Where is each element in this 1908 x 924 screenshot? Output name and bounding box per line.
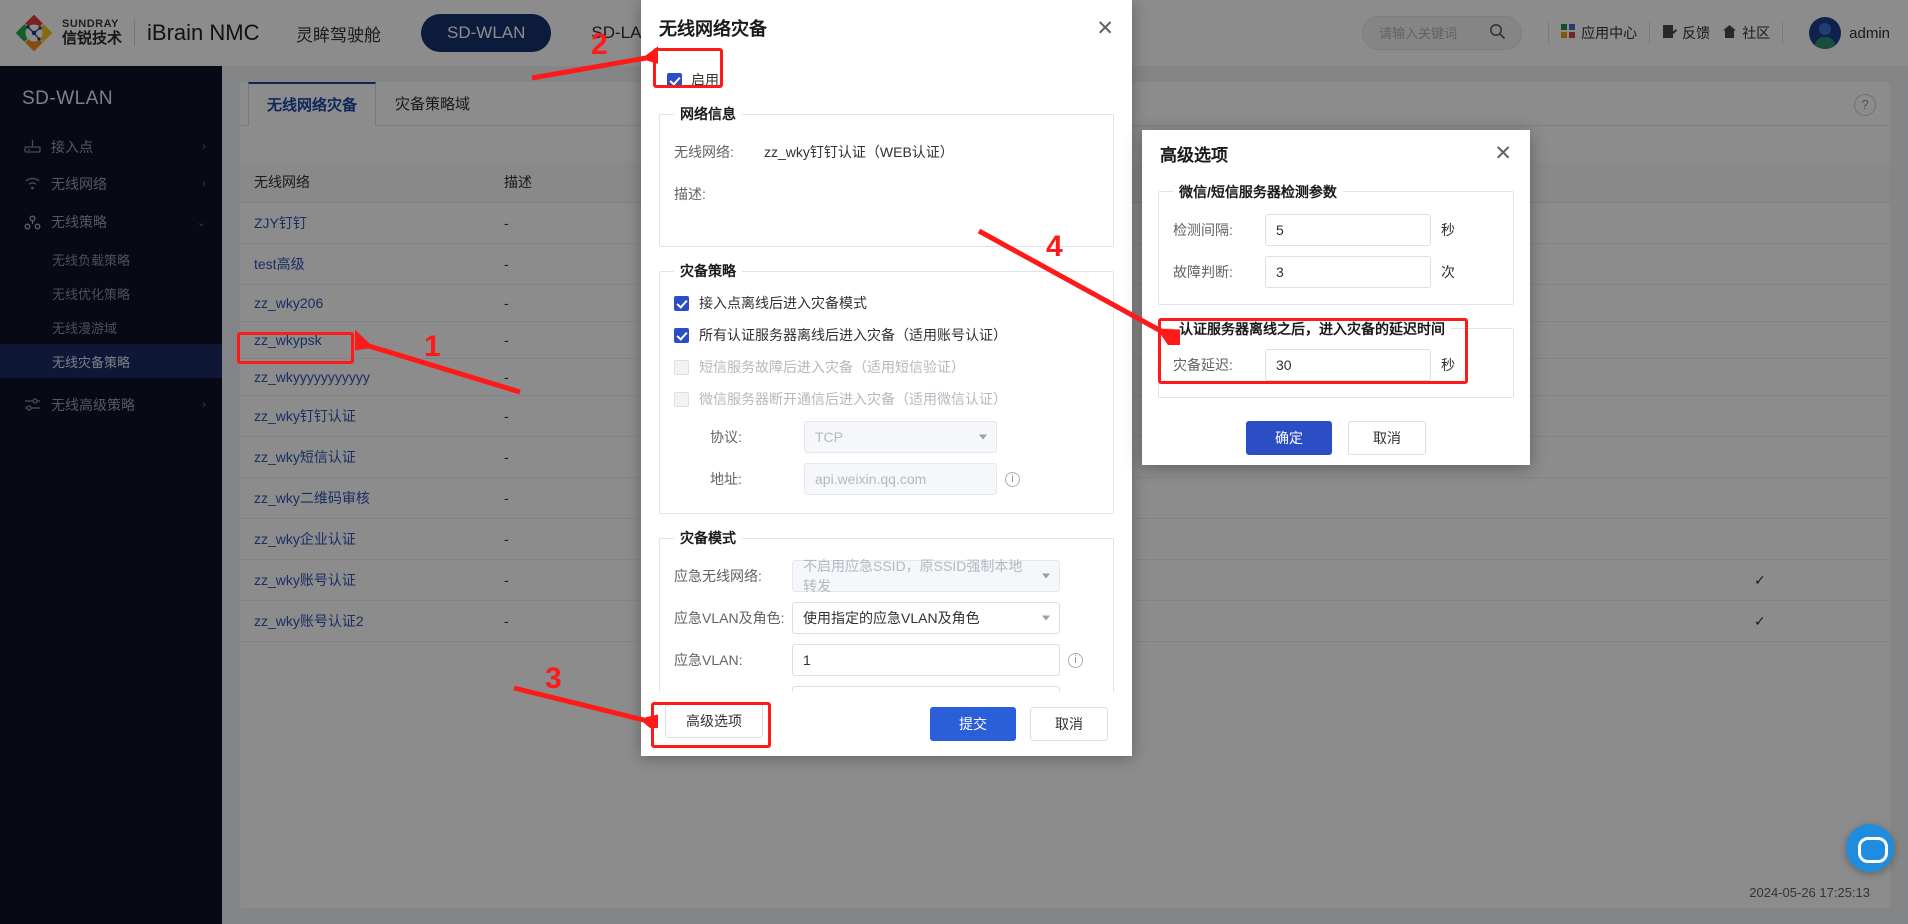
emergency-vlanrole-label: 应急VLAN及角色:	[674, 610, 785, 626]
delay-legend: 认证服务器离线之后，进入灾备的延迟时间	[1179, 320, 1445, 337]
disaster-delay-row: 灾备延迟: 30 秒	[1173, 348, 1499, 381]
checkbox[interactable]	[674, 295, 689, 311]
checkbox-label: 接入点离线后进入灾备模式	[699, 295, 867, 311]
cancel-button[interactable]: 取消	[1030, 707, 1108, 741]
ok-button[interactable]: 确定	[1246, 421, 1332, 456]
close-icon[interactable]: ✕	[1096, 18, 1114, 39]
fail-judgement-label: 故障判断:	[1173, 263, 1233, 280]
policy-check-wechat-fail: 微信服务器断开通信后进入灾备（适用微信认证）	[674, 389, 1099, 409]
server-detect-legend: 微信/短信服务器检测参数	[1179, 183, 1337, 200]
detect-interval-row: 检测间隔: 5 秒	[1173, 213, 1499, 246]
emergency-ssid-value: 不启用应急SSID，原SSID强制本地转发	[803, 558, 1023, 594]
dialog-header: 无线网络灾备 ✕	[641, 0, 1132, 56]
address-label: 地址:	[710, 471, 742, 487]
advanced-options-dialog: 高级选项 ✕ 微信/短信服务器检测参数 检测间隔: 5 秒 故障判断: 3 次 …	[1142, 130, 1530, 465]
network-row: 无线网络: zz_wky钉钉认证（WEB认证）	[674, 136, 1099, 168]
checkbox	[674, 359, 689, 375]
checkbox-label: 短信服务故障后进入灾备（适用短信验证）	[699, 359, 965, 375]
fail-judgement-row: 故障判断: 3 次	[1173, 255, 1499, 288]
submit-button[interactable]: 提交	[930, 707, 1016, 741]
disaster-policy-legend: 灾备策略	[680, 263, 736, 279]
emergency-vlan-row: 应急VLAN: 1 i	[674, 644, 1099, 676]
advanced-dialog-header: 高级选项 ✕	[1142, 130, 1530, 178]
protocol-row: 协议: TCP	[674, 421, 1099, 453]
advanced-dialog-body: 微信/短信服务器检测参数 检测间隔: 5 秒 故障判断: 3 次 认证服务器离线…	[1142, 178, 1530, 412]
network-value: zz_wky钉钉认证（WEB认证）	[764, 144, 954, 160]
disaster-mode-legend: 灾备模式	[680, 530, 736, 546]
disaster-delay-input[interactable]: 30	[1265, 348, 1431, 381]
protocol-select: TCP	[804, 421, 997, 453]
checkbox-label: 所有认证服务器离线后进入灾备（适用账号认证）	[699, 327, 1007, 343]
address-row: 地址: api.weixin.qq.com i	[674, 463, 1099, 495]
disaster-mode-section: 灾备模式 应急无线网络: 不启用应急SSID，原SSID强制本地转发 应急VLA…	[659, 528, 1114, 692]
emergency-role-select[interactable]: 默认角色	[792, 686, 1060, 692]
chevron-down-icon	[979, 434, 987, 440]
enable-checkbox[interactable]	[667, 72, 682, 88]
emergency-vlan-label: 应急VLAN:	[674, 652, 743, 668]
delay-section: 认证服务器离线之后，进入灾备的延迟时间 灾备延迟: 30 秒	[1158, 318, 1514, 398]
emergency-vlan-input[interactable]: 1	[792, 644, 1060, 676]
advanced-cancel-button[interactable]: 取消	[1348, 421, 1426, 456]
network-info-legend: 网络信息	[680, 106, 736, 122]
emergency-ssid-row: 应急无线网络: 不启用应急SSID，原SSID强制本地转发	[674, 558, 1099, 594]
detect-interval-label: 检测间隔:	[1173, 221, 1233, 238]
policy-check-sms-fail: 短信服务故障后进入灾备（适用短信验证）	[674, 357, 1099, 377]
info-icon[interactable]: i	[1005, 471, 1020, 487]
disaster-policy-section: 灾备策略 接入点离线后进入灾备模式 所有认证服务器离线后进入灾备（适用账号认证）…	[659, 261, 1114, 514]
advanced-options-wrap: 高级选项	[665, 704, 763, 738]
advanced-options-button[interactable]: 高级选项	[665, 704, 763, 738]
fail-judgement-input[interactable]: 3	[1265, 255, 1431, 288]
emergency-vlanrole-select[interactable]: 使用指定的应急VLAN及角色	[792, 602, 1060, 634]
checkbox	[674, 391, 689, 407]
disaster-delay-label: 灾备延迟:	[1173, 356, 1233, 373]
advanced-dialog-footer: 确定 取消	[1142, 412, 1530, 465]
network-info-section: 网络信息 无线网络: zz_wky钉钉认证（WEB认证） 描述:	[659, 104, 1114, 247]
policy-check-ap-offline[interactable]: 接入点离线后进入灾备模式	[674, 293, 1099, 313]
checkbox-label: 微信服务器断开通信后进入灾备（适用微信认证）	[699, 391, 1007, 407]
emergency-vlanrole-value: 使用指定的应急VLAN及角色	[803, 610, 980, 626]
desc-row: 描述:	[674, 178, 1099, 210]
fail-judgement-unit: 次	[1441, 263, 1455, 280]
info-icon[interactable]: i	[1068, 652, 1083, 668]
protocol-value: TCP	[815, 429, 843, 445]
advanced-dialog-title: 高级选项	[1160, 146, 1228, 166]
dialog-title: 无线网络灾备	[659, 19, 767, 39]
wireless-disaster-dialog: 无线网络灾备 ✕ 启用 网络信息 无线网络: zz_wky钉钉认证（WEB认证）…	[641, 0, 1132, 756]
desc-label: 描述:	[674, 186, 706, 202]
close-icon[interactable]: ✕	[1494, 143, 1512, 164]
emergency-vlanrole-row: 应急VLAN及角色: 使用指定的应急VLAN及角色	[674, 602, 1099, 634]
protocol-label: 协议:	[710, 429, 742, 445]
disaster-delay-unit: 秒	[1441, 356, 1455, 373]
checkbox[interactable]	[674, 327, 689, 343]
emergency-ssid-select: 不启用应急SSID，原SSID强制本地转发	[792, 558, 1060, 594]
server-detect-section: 微信/短信服务器检测参数 检测间隔: 5 秒 故障判断: 3 次	[1158, 181, 1514, 305]
detect-interval-unit: 秒	[1441, 221, 1455, 238]
policy-check-auth-offline[interactable]: 所有认证服务器离线后进入灾备（适用账号认证）	[674, 325, 1099, 345]
chevron-down-icon	[1042, 615, 1050, 621]
enable-label: 启用	[691, 72, 719, 88]
emergency-ssid-label: 应急无线网络:	[674, 568, 762, 584]
detect-interval-input[interactable]: 5	[1265, 213, 1431, 246]
address-input: api.weixin.qq.com	[804, 463, 997, 495]
enable-row[interactable]: 启用	[659, 60, 1114, 104]
dialog-body: 启用 网络信息 无线网络: zz_wky钉钉认证（WEB认证） 描述: 灾备策略…	[641, 56, 1132, 692]
chevron-down-icon	[1042, 573, 1050, 579]
network-label: 无线网络:	[674, 144, 734, 160]
chat-support-icon[interactable]	[1846, 824, 1894, 872]
